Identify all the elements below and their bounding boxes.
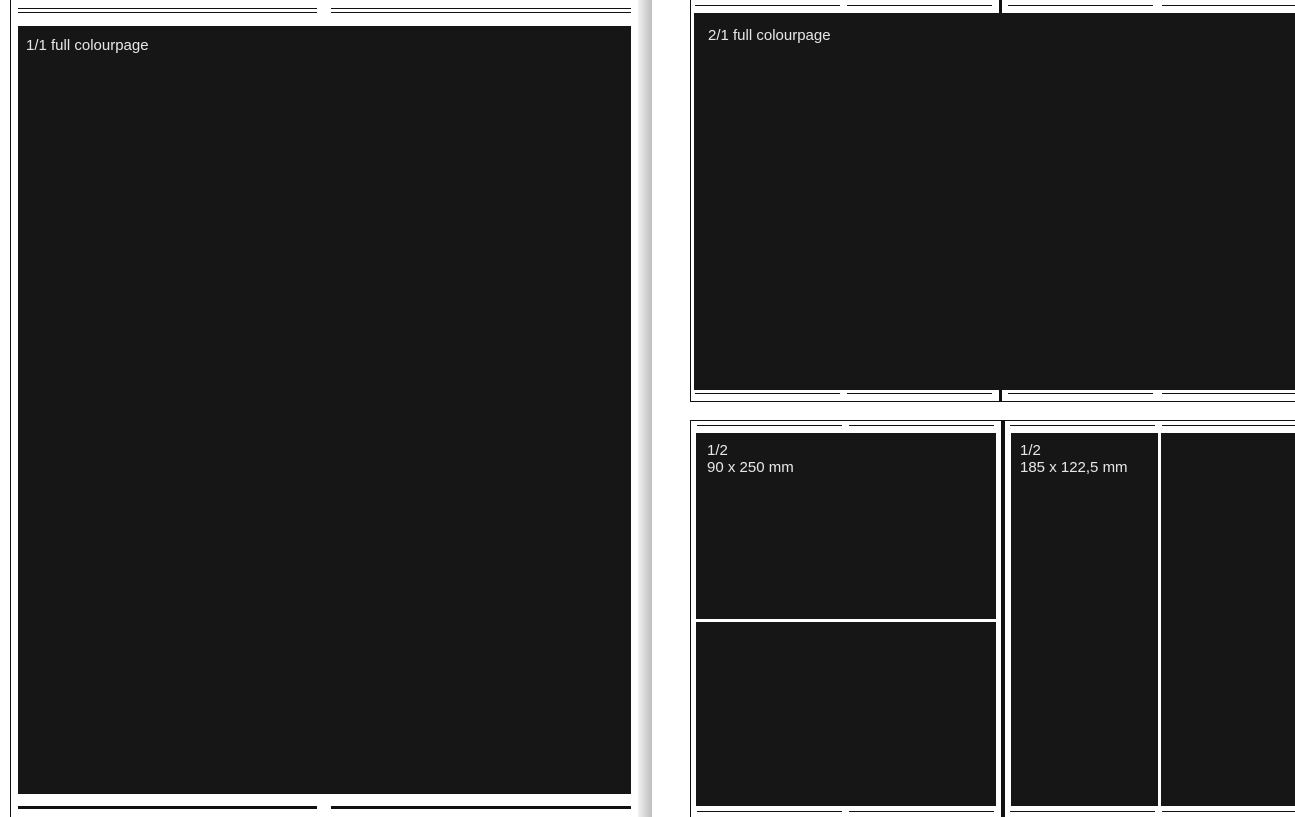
half-vertical-ad-block: 1/2 90 x 250 mm [696, 433, 996, 619]
page-left-edge [10, 0, 11, 817]
half-horizontal-size: 185 x 122,5 mm [1020, 459, 1128, 476]
half-gutter [1001, 420, 1005, 817]
half-horizontal-ad-block: 1/2 185 x 122,5 mm [1011, 433, 1158, 806]
spread-top-rule-4 [1162, 5, 1295, 6]
half-bottom-rule-1 [697, 811, 842, 812]
full-page-label: 1/1 full colourpage [26, 37, 149, 54]
top-rule-left-lower [18, 12, 317, 13]
spread-bottom-rule-3 [1008, 393, 1153, 394]
half-top-rule-1 [697, 425, 842, 426]
half-top-rule-4 [1162, 425, 1295, 426]
full-page-ad-block: 1/1 full colourpage [18, 26, 631, 794]
half-bottom-rule-2 [849, 811, 994, 812]
spread-label: 2/1 full colourpage [708, 27, 831, 44]
half-bottom-rule-4 [1162, 811, 1295, 812]
half-horizontal-fraction: 1/2 [1020, 442, 1041, 459]
spread-bottom-rule-2 [847, 393, 992, 394]
spread-top-rule-2 [847, 5, 992, 6]
half-horizontal-right-block [1161, 433, 1295, 806]
half-top-rule-3 [1010, 425, 1155, 426]
half-vertical-size: 90 x 250 mm [707, 459, 794, 476]
spread-left-edge [690, 0, 691, 401]
top-rule-right-lower [331, 12, 631, 13]
half-vertical-fraction: 1/2 [707, 442, 728, 459]
half-top-edge [690, 420, 1295, 421]
bottom-rule-left [18, 806, 317, 809]
page-gutter-shadow [638, 0, 652, 817]
half-vertical-lower-block [696, 622, 996, 806]
half-left-edge [690, 420, 691, 817]
spread-bottom-rule-4 [1162, 393, 1295, 394]
top-rule-left-upper [18, 8, 317, 9]
spread-bottom-rule-1 [695, 393, 840, 394]
top-rule-right-upper [331, 8, 631, 9]
spread-bottom-edge [690, 401, 1295, 402]
bottom-rule-right [331, 806, 631, 809]
spread-ad-block: 2/1 full colourpage [694, 13, 1295, 390]
half-bottom-rule-3 [1010, 811, 1155, 812]
spread-top-rule-3 [1008, 5, 1153, 6]
half-top-rule-2 [849, 425, 994, 426]
spread-top-rule-1 [695, 5, 840, 6]
